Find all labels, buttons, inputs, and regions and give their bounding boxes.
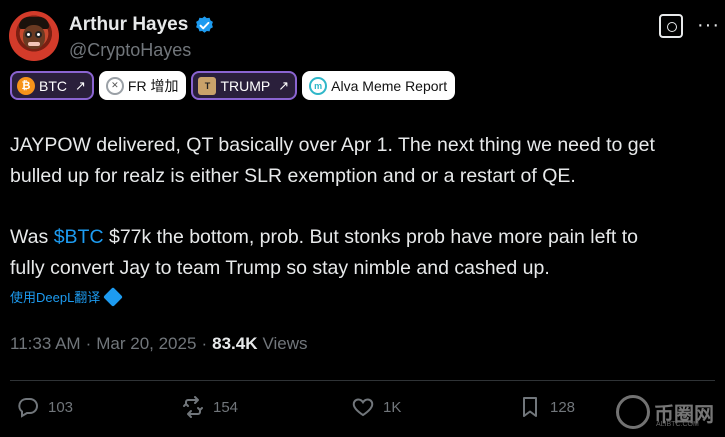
more-options-icon[interactable]: ··· (697, 15, 720, 35)
divider (10, 380, 715, 381)
post-meta: 11:33 AM · Mar 20, 2025 · 83.4K Views (10, 334, 308, 354)
post-line: Was $BTC $77k the bottom, prob. But ston… (10, 222, 638, 253)
watermark: 币圈网 ALIBTC.COM (616, 395, 714, 429)
watermark-sub: ALIBTC.COM (656, 421, 699, 428)
btc-coin-icon: ₿ (17, 76, 35, 95)
tag-fr[interactable]: ✕ FR 增加 (98, 71, 187, 100)
token-tags: ₿ BTC ↗ ✕ FR 增加 T TRUMP ↗ m Alva Meme Re… (10, 71, 456, 100)
translate-label: 使用DeepL翻译 (10, 290, 101, 305)
avatar[interactable] (9, 11, 59, 61)
meta-separator: · (201, 334, 208, 353)
reply-icon (18, 398, 38, 418)
external-arrow-icon: ↗ (75, 77, 86, 93)
avatar-mouth (28, 42, 40, 46)
reply-button[interactable]: 103 (16, 395, 73, 419)
repost-button[interactable]: 154 (181, 395, 238, 419)
translate-link[interactable]: 使用DeepL翻译 (10, 286, 124, 307)
repost-count: 154 (213, 398, 239, 416)
views-label: Views (262, 334, 308, 353)
tag-label: Alva Meme Report (331, 77, 448, 94)
post-paragraph-1: JAYPOW delivered, QT basically over Apr … (10, 130, 655, 192)
alva-icon: m (309, 76, 328, 95)
avatar-eye (25, 31, 32, 38)
views-count: 83.4K (212, 334, 258, 353)
author-handle[interactable]: @CryptoHayes (69, 40, 191, 61)
repost-icon (183, 396, 203, 418)
tag-btc[interactable]: ₿ BTC ↗ (10, 71, 94, 100)
tag-label: FR 增加 (127, 77, 179, 94)
bookmark-button[interactable]: 128 (518, 395, 575, 419)
trump-coin-icon: T (198, 76, 217, 95)
tag-label: TRUMP (220, 77, 271, 94)
post-line: JAYPOW delivered, QT basically over Apr … (10, 134, 655, 156)
post-text: Was (10, 226, 54, 248)
post-line: bulled up for realz is either SLR exempt… (10, 165, 576, 187)
avatar-eye (35, 31, 42, 38)
post-text: $77k the bottom, prob. But stonks prob h… (103, 226, 638, 248)
tag-alva[interactable]: m Alva Meme Report (302, 71, 456, 100)
watermark-logo-icon (616, 395, 650, 429)
cashtag-link[interactable]: $BTC (54, 226, 104, 248)
fr-icon: ✕ (105, 76, 124, 95)
bookmark-icon (523, 397, 537, 417)
meta-separator: · (85, 334, 92, 353)
deepl-icon (103, 286, 124, 307)
tag-label: BTC (39, 77, 67, 94)
bookmark-count: 128 (550, 398, 576, 416)
author-row: Arthur Hayes (69, 14, 215, 36)
post-paragraph-2: Was $BTC $77k the bottom, prob. But ston… (10, 222, 638, 284)
external-arrow-icon: ↗ (278, 77, 290, 93)
like-button[interactable]: 1K (351, 395, 401, 419)
author-name[interactable]: Arthur Hayes (69, 14, 188, 36)
grok-icon[interactable] (659, 14, 683, 38)
post-date[interactable]: Mar 20, 2025 (96, 334, 196, 354)
heart-icon (352, 398, 374, 417)
tag-trump[interactable]: T TRUMP ↗ (191, 71, 298, 100)
like-count: 1K (383, 398, 402, 416)
reply-count: 103 (48, 398, 74, 416)
post-time[interactable]: 11:33 AM (10, 334, 81, 354)
post-line: fully convert Jay to team Trump so stay … (10, 257, 550, 279)
verified-badge-icon (196, 15, 214, 33)
